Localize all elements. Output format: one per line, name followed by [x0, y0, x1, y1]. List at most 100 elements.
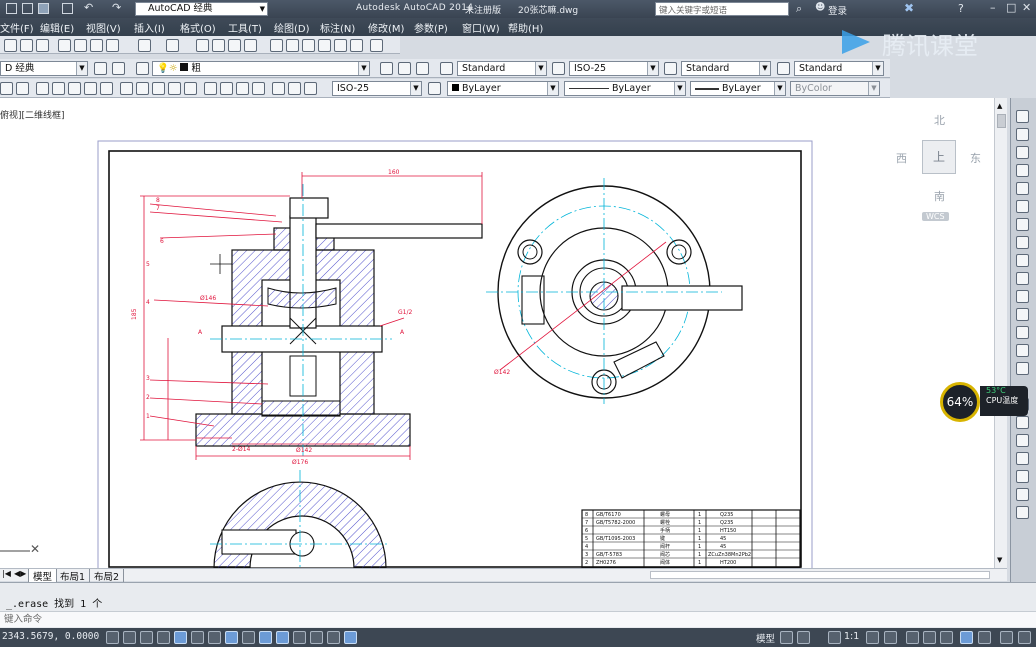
vertical-scrollbar[interactable]: ▲ ▼ — [994, 98, 1007, 568]
ortho-mode-icon[interactable] — [157, 631, 170, 644]
dynamic-input-icon[interactable] — [259, 631, 272, 644]
model-space-toggle[interactable]: 模型 — [756, 631, 775, 645]
viewcube[interactable]: 北 西 东 南 上 WCS — [894, 112, 988, 224]
menu-view[interactable]: 视图(V) — [86, 20, 121, 35]
dim-edit-icon[interactable] — [272, 82, 285, 95]
inspect-icon[interactable] — [236, 82, 249, 95]
quick-properties-icon[interactable] — [310, 631, 323, 644]
multileader-style-select[interactable]: Standard ▼ — [794, 61, 884, 76]
break-icon[interactable] — [1016, 308, 1029, 321]
qnew-icon[interactable] — [4, 39, 17, 52]
menu-insert[interactable]: 插入(I) — [134, 20, 165, 35]
annotation-visibility-icon[interactable] — [866, 631, 879, 644]
menu-window[interactable]: 窗口(W) — [462, 20, 500, 35]
coordinate-readout[interactable]: 2343.5679, 0.0000 — [2, 631, 99, 642]
grid-display-icon[interactable] — [140, 631, 153, 644]
move-icon[interactable] — [1016, 200, 1029, 213]
polar-tracking-icon[interactable] — [174, 631, 187, 644]
infer-constraints-icon[interactable] — [106, 631, 119, 644]
viewport-label[interactable]: 俯视][二维线框] — [0, 108, 65, 121]
workspace-switch-icon[interactable] — [906, 631, 919, 644]
save-file-icon[interactable] — [36, 39, 49, 52]
tab-layout1[interactable]: 布局1 — [56, 569, 91, 583]
search-icon[interactable]: ⌕ — [796, 2, 802, 16]
selection-cycling-icon[interactable] — [327, 631, 340, 644]
layer-previous-icon[interactable] — [398, 62, 411, 75]
extend-icon[interactable] — [1016, 290, 1029, 303]
dim-text-edit-icon[interactable] — [288, 82, 301, 95]
mtext-icon[interactable] — [1016, 470, 1029, 483]
undo-icon[interactable]: ↶ — [84, 1, 93, 14]
workspace-settings-icon[interactable] — [94, 62, 107, 75]
dim-linear-icon[interactable] — [0, 82, 13, 95]
minimize-icon[interactable]: – — [990, 1, 996, 14]
viewcube-north[interactable]: 北 — [934, 112, 945, 128]
open-file-icon[interactable] — [20, 39, 33, 52]
dim-radius-icon[interactable] — [68, 82, 81, 95]
menu-parametric[interactable]: 参数(P) — [414, 20, 448, 35]
rotate-icon[interactable] — [1016, 218, 1029, 231]
exchange-icon[interactable]: ✖ — [904, 1, 914, 15]
trim-icon[interactable] — [1016, 272, 1029, 285]
tab-first-icon[interactable]: |◀ — [2, 569, 11, 578]
menu-edit[interactable]: 编辑(E) — [40, 20, 74, 35]
text-style-icon[interactable] — [440, 62, 453, 75]
offset-icon[interactable] — [1016, 164, 1029, 177]
design-center-icon[interactable] — [286, 39, 299, 52]
zoom-window-icon[interactable] — [228, 39, 241, 52]
viewcube-face-top[interactable]: 上 — [922, 140, 956, 174]
dim-continue-icon[interactable] — [152, 82, 165, 95]
close-icon[interactable]: ✕ — [1022, 1, 1031, 14]
paste-icon[interactable] — [90, 39, 103, 52]
markup-icon[interactable] — [334, 39, 347, 52]
menu-format[interactable]: 格式(O) — [180, 20, 216, 35]
pan-icon[interactable] — [196, 39, 209, 52]
fillet-icon[interactable] — [1016, 362, 1029, 375]
hardware-accel-icon[interactable] — [940, 631, 953, 644]
dim-style-select-2[interactable]: ISO-25 ▼ — [332, 81, 422, 96]
menu-file[interactable]: 文件(F) — [0, 20, 34, 35]
help-icon[interactable]: ? — [958, 2, 964, 15]
multileader-style-icon[interactable] — [777, 62, 790, 75]
menu-modify[interactable]: 修改(M) — [368, 20, 404, 35]
table-style-icon[interactable] — [664, 62, 677, 75]
quick-view-drawings-icon[interactable] — [797, 631, 810, 644]
linetype-select[interactable]: ByLayer ▼ — [564, 81, 686, 96]
scroll-up-icon[interactable]: ▲ — [997, 102, 1002, 110]
chamfer-icon[interactable] — [1016, 344, 1029, 357]
text-style-select[interactable]: Standard ▼ — [457, 61, 547, 76]
zoom-realtime-icon[interactable] — [212, 39, 225, 52]
dim-break-icon[interactable] — [184, 82, 197, 95]
object-snap-icon[interactable] — [191, 631, 204, 644]
print-icon[interactable] — [62, 3, 73, 14]
layer-state-icon[interactable] — [136, 62, 149, 75]
object-snap-tracking-icon[interactable] — [225, 631, 238, 644]
model-space-canvas[interactable]: 160 185 Ø176 Ø142 Ø146 2-Ø14 G1/2 A A 8 … — [0, 98, 1007, 568]
user-icon[interactable]: ☻ — [815, 2, 825, 13]
tab-prev-icon[interactable]: ◀▶ — [14, 569, 26, 578]
isolate-objects-icon[interactable] — [960, 631, 973, 644]
menu-help[interactable]: 帮助(H) — [508, 20, 543, 35]
tab-layout2[interactable]: 布局2 — [90, 569, 125, 583]
mirror-icon[interactable] — [1016, 146, 1029, 159]
wcs-menu[interactable]: WCS — [922, 212, 949, 221]
redo-tool-icon[interactable] — [166, 39, 179, 52]
open-icon[interactable] — [22, 3, 33, 14]
dim-baseline-icon[interactable] — [136, 82, 149, 95]
transparency-icon[interactable] — [293, 631, 306, 644]
auto-scale-icon[interactable] — [884, 631, 897, 644]
dim-angular-icon[interactable] — [100, 82, 113, 95]
command-input[interactable]: 键入命令 — [0, 611, 1036, 627]
table-icon[interactable] — [1016, 452, 1029, 465]
search-input[interactable]: 键入关键字或短语 — [655, 2, 789, 16]
scroll-down-icon[interactable]: ▼ — [997, 556, 1002, 564]
sheet-set-icon[interactable] — [318, 39, 331, 52]
match-prop-icon[interactable] — [106, 39, 119, 52]
lock-ui-icon[interactable] — [923, 631, 936, 644]
dim-style-manager-icon[interactable] — [428, 82, 441, 95]
annotation-scale-value[interactable]: 1:1 — [844, 631, 859, 642]
annotation-scale-icon[interactable] — [828, 631, 841, 644]
hatch-icon[interactable] — [1016, 488, 1029, 501]
dim-diameter-icon[interactable] — [84, 82, 97, 95]
scale-icon[interactable] — [1016, 236, 1029, 249]
